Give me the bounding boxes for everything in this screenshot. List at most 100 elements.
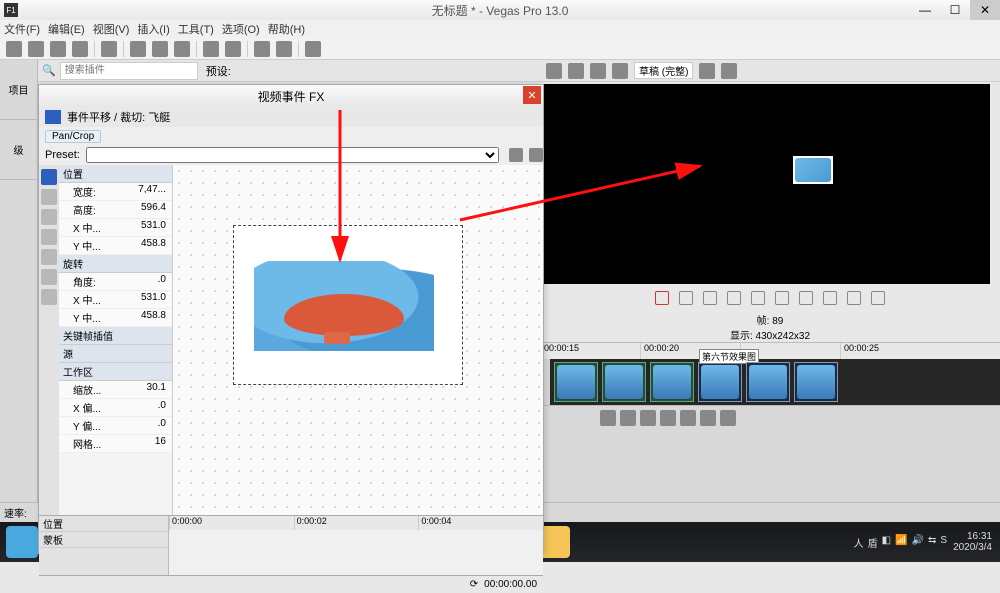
save-icon[interactable] [50, 41, 66, 57]
tl-tool-envelope-icon[interactable] [620, 410, 636, 426]
preview-device-icon[interactable] [568, 63, 584, 79]
menu-options[interactable]: 选项(O) [222, 21, 260, 37]
fx-delete-preset-icon[interactable] [529, 148, 543, 162]
undo-icon[interactable] [203, 41, 219, 57]
prop-group-source[interactable]: 源 [59, 345, 172, 363]
fx-tool-lock-icon[interactable] [41, 269, 57, 285]
menu-insert[interactable]: 插入(I) [137, 21, 169, 37]
clip-4[interactable]: 第六节效果图 [698, 362, 742, 402]
tl-tool-select-icon[interactable] [640, 410, 656, 426]
clip-3[interactable] [650, 362, 694, 402]
prev-frame-button[interactable] [847, 291, 861, 305]
preview-quality-dropdown[interactable]: 草稿 (完整) [634, 62, 693, 79]
menu-view[interactable]: 视图(V) [93, 21, 130, 37]
tray-icon-4[interactable]: 🔊 [912, 535, 924, 550]
tl-tool-zoom-icon[interactable] [660, 410, 676, 426]
prop-zoom-value[interactable]: 30.1 [147, 382, 166, 397]
prop-xcenter-value[interactable]: 531.0 [141, 220, 166, 235]
preview-copy-icon[interactable] [721, 63, 737, 79]
tl-tool-split3-icon[interactable] [720, 410, 736, 426]
menu-file[interactable]: 文件(F) [4, 21, 40, 37]
tray-icon-6[interactable]: S [940, 535, 947, 550]
fx-tool-snap-icon[interactable] [41, 249, 57, 265]
stop-button[interactable] [775, 291, 789, 305]
preview-half-icon[interactable] [612, 63, 628, 79]
prop-grid-value[interactable]: 16 [155, 436, 166, 451]
fx-close-button[interactable]: ✕ [523, 86, 541, 104]
copy-icon[interactable] [152, 41, 168, 57]
menu-edit[interactable]: 编辑(E) [48, 21, 85, 37]
help-icon[interactable] [305, 41, 321, 57]
prop-height-value[interactable]: 596.4 [141, 202, 166, 217]
tl-tool-split2-icon[interactable] [700, 410, 716, 426]
ripple-icon[interactable] [276, 41, 292, 57]
fx-sync-cursor-icon[interactable]: ⟳ [470, 579, 478, 590]
prop-xoff-value[interactable]: .0 [158, 400, 166, 415]
tray-icon-5[interactable]: ⇆ [928, 535, 936, 550]
go-start-button[interactable] [799, 291, 813, 305]
pancrop-chip[interactable]: Pan/Crop [45, 130, 101, 143]
preview-fx-icon[interactable] [590, 63, 606, 79]
prop-group-position[interactable]: 位置 [59, 165, 172, 183]
redo-icon[interactable] [225, 41, 241, 57]
preview-overlay-icon[interactable] [699, 63, 715, 79]
prop-width-value[interactable]: 7,47... [138, 184, 166, 199]
tray-icon-0[interactable]: 人 [854, 535, 864, 550]
taskbar-app-browser[interactable] [6, 526, 38, 558]
render-icon[interactable] [72, 41, 88, 57]
loop-button[interactable] [679, 291, 693, 305]
maximize-button[interactable]: ☐ [940, 0, 970, 20]
paste-icon[interactable] [174, 41, 190, 57]
tray-icon-2[interactable]: ◧ [882, 535, 891, 550]
crop-frame[interactable] [233, 225, 463, 385]
menu-help[interactable]: 帮助(H) [268, 21, 305, 37]
prop-group-workspace[interactable]: 工作区 [59, 363, 172, 381]
fx-tool-normal-icon[interactable] [41, 169, 57, 185]
preview-split-icon[interactable] [546, 63, 562, 79]
clip-1[interactable] [554, 362, 598, 402]
timeline-ruler[interactable]: 00:00:15 00:00:20 00:00:25 [540, 343, 1000, 359]
close-button[interactable]: ✕ [970, 0, 1000, 20]
fx-tool-magnify-icon[interactable] [41, 209, 57, 225]
go-end-button[interactable] [823, 291, 837, 305]
minimize-button[interactable]: — [910, 0, 940, 20]
fx-save-preset-icon[interactable] [509, 148, 523, 162]
prop-group-keyframe[interactable]: 关键帧插值 [59, 327, 172, 345]
prop-yoff-value[interactable]: .0 [158, 418, 166, 433]
clip-6[interactable] [794, 362, 838, 402]
next-frame-button[interactable] [871, 291, 885, 305]
prop-rycenter-value[interactable]: 458.8 [141, 310, 166, 325]
video-track[interactable]: 第六节效果图 [550, 359, 1000, 405]
props-icon[interactable] [101, 41, 117, 57]
cut-icon[interactable] [130, 41, 146, 57]
prop-group-rotation[interactable]: 旋转 [59, 255, 172, 273]
clip-2[interactable] [602, 362, 646, 402]
tray-icon-3[interactable]: 📶 [895, 535, 907, 550]
tl-tool-normal-icon[interactable] [600, 410, 616, 426]
play-button[interactable] [727, 291, 741, 305]
menu-tools[interactable]: 工具(T) [178, 21, 214, 37]
tray-icon-1[interactable]: 盾 [868, 535, 878, 550]
record-button[interactable] [655, 291, 669, 305]
sidebar-tab-levels[interactable]: 级 [0, 120, 37, 180]
snap-icon[interactable] [254, 41, 270, 57]
clip-5[interactable] [746, 362, 790, 402]
open-icon[interactable] [28, 41, 44, 57]
pan-crop-canvas[interactable] [173, 165, 543, 515]
fx-preset-select[interactable] [86, 147, 499, 163]
prop-ycenter-value[interactable]: 458.8 [141, 238, 166, 253]
play-start-button[interactable] [703, 291, 717, 305]
prop-angle-value[interactable]: .0 [158, 274, 166, 289]
fx-dialog-titlebar[interactable]: 视频事件 FX ✕ [39, 85, 543, 107]
tl-tool-split1-icon[interactable] [680, 410, 696, 426]
plugin-search-input[interactable] [60, 62, 198, 80]
sidebar-tab-explorer[interactable]: 项目 [0, 60, 37, 120]
fx-tl-row-position[interactable]: 位置 [39, 516, 168, 532]
fx-tool-ratio-icon[interactable] [41, 289, 57, 305]
prop-rxcenter-value[interactable]: 531.0 [141, 292, 166, 307]
fx-tl-row-mask[interactable]: 蒙板 [39, 532, 168, 548]
fx-timecode[interactable]: 00:00:00.00 [484, 579, 537, 590]
fx-tool-move-icon[interactable] [41, 229, 57, 245]
fx-tool-zoom-icon[interactable] [41, 189, 57, 205]
fx-keyframe-ruler[interactable]: 0:00:00 0:00:02 0:00:04 [169, 516, 543, 575]
